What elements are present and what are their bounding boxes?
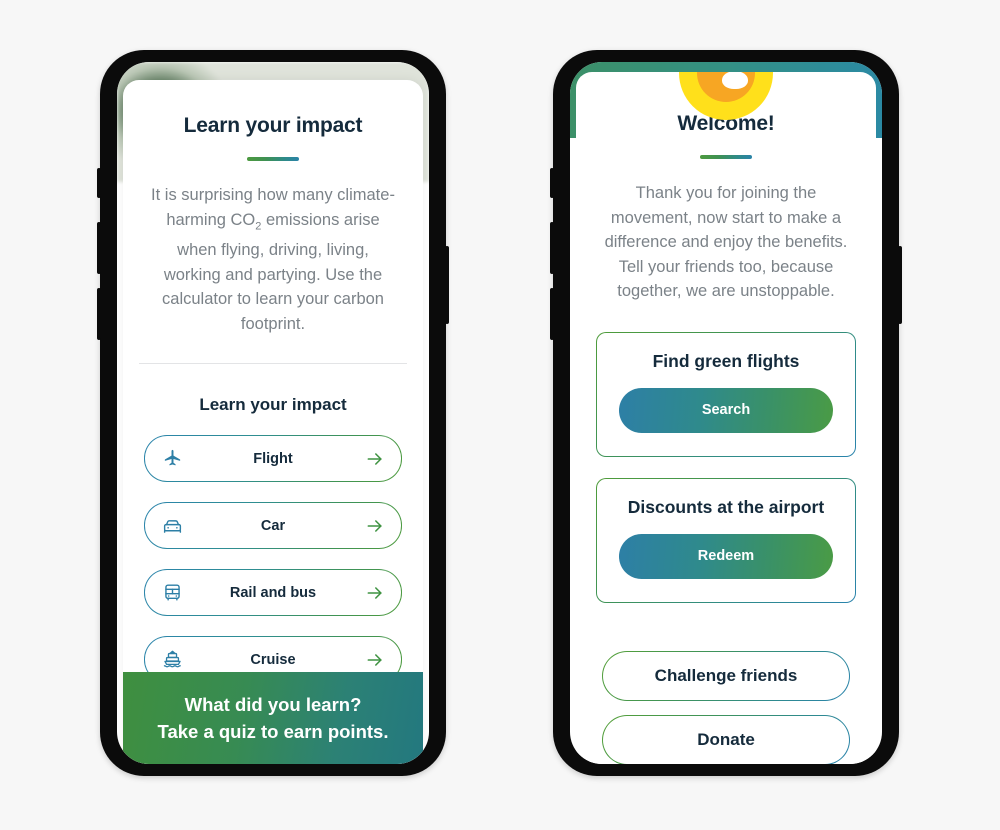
challenge-friends-button[interactable]: Challenge friends <box>602 651 850 701</box>
option-label: Car <box>260 517 286 534</box>
option-row-rail-and-bus[interactable]: Rail and bus <box>144 569 402 616</box>
phone-screen-left: Learn your impact It is surprising how m… <box>117 62 429 764</box>
ship-icon <box>161 649 183 671</box>
page-title: Learn your impact <box>183 114 363 137</box>
arrow-right-icon <box>365 449 385 469</box>
screenshot-stage: Learn your impact It is surprising how m… <box>0 0 1000 830</box>
option-row-car[interactable]: Car <box>144 502 402 549</box>
arrow-right-icon <box>365 650 385 670</box>
quiz-banner-line2: Take a quiz to earn points. <box>157 721 389 742</box>
search-button[interactable]: Search <box>619 387 833 433</box>
phone-power-button[interactable] <box>898 246 902 324</box>
title-divider-accent <box>247 157 299 161</box>
option-label: Flight <box>253 450 293 467</box>
phone-screen-right: Welcome! Thank you for joining the movem… <box>570 62 882 764</box>
phone-volume-down-button[interactable] <box>550 288 554 340</box>
phone-power-button[interactable] <box>445 246 449 324</box>
arrow-right-icon <box>365 583 385 603</box>
section-heading: Learn your impact <box>199 395 347 415</box>
promo-card-airport-discounts: Discounts at the airport Redeem <box>596 478 856 603</box>
section-divider <box>139 363 407 365</box>
phone-volume-up-button[interactable] <box>550 222 554 274</box>
phone-mockup-left: Learn your impact It is surprising how m… <box>97 50 449 776</box>
content-sheet: Learn your impact It is surprising how m… <box>123 80 423 764</box>
phone-volume-down-button[interactable] <box>97 288 101 340</box>
intro-paragraph: It is surprising how many climate-harmin… <box>151 183 395 336</box>
promo-title: Find green flights <box>652 350 800 371</box>
title-divider-accent <box>700 155 752 159</box>
car-icon <box>161 515 183 537</box>
welcome-paragraph: Thank you for joining the movement, now … <box>604 184 848 300</box>
welcome-sheet: Welcome! Thank you for joining the movem… <box>576 72 876 764</box>
option-label: Cruise <box>250 651 296 668</box>
phone-mute-switch[interactable] <box>550 168 554 198</box>
quiz-banner[interactable]: What did you learn? Take a quiz to earn … <box>123 672 423 764</box>
airplane-icon <box>161 448 183 470</box>
phone-mute-switch[interactable] <box>97 168 101 198</box>
bus-icon <box>161 582 183 604</box>
option-label: Rail and bus <box>229 584 317 601</box>
promo-title: Discounts at the airport <box>627 496 825 517</box>
phone-mockup-right: Welcome! Thank you for joining the movem… <box>550 50 902 776</box>
donate-button[interactable]: Donate <box>602 715 850 765</box>
phone-volume-up-button[interactable] <box>97 222 101 274</box>
arrow-right-icon <box>365 516 385 536</box>
promo-card-find-green-flights: Find green flights Search <box>596 332 856 457</box>
quiz-banner-line1: What did you learn? <box>184 694 362 715</box>
redeem-button[interactable]: Redeem <box>619 533 833 579</box>
option-row-flight[interactable]: Flight <box>144 435 402 482</box>
